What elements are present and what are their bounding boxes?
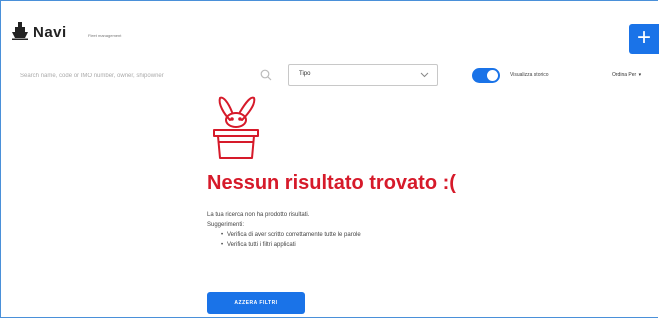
caret-down-icon: ▾: [638, 72, 642, 78]
reset-filters-button[interactable]: AZZERA FILTRI: [207, 292, 305, 314]
suggestions-label: Suggerimenti:: [207, 222, 245, 228]
add-ship-button[interactable]: +: [629, 24, 659, 54]
sort-menu-label: Ordina Per: [612, 72, 637, 78]
sort-menu[interactable]: Ordina Per ▾: [612, 72, 641, 78]
suggestion-item: Verifica di aver scritto correttamente t…: [221, 230, 361, 240]
suggestions-list: Verifica di aver scritto correttamente t…: [207, 230, 361, 250]
search-icon[interactable]: [260, 69, 272, 81]
history-toggle-label: Visualizza storico: [510, 72, 549, 78]
type-select[interactable]: Tipo: [288, 64, 438, 86]
app-title: Navi: [33, 24, 67, 41]
suggestion-item: Verifica tutti i filtri applicati: [221, 240, 361, 250]
rabbit-hat-icon: [213, 96, 259, 159]
toggle-knob: [487, 70, 498, 81]
empty-state-message: La tua ricerca non ha prodotto risultati…: [207, 212, 310, 218]
empty-state-text: La tua ricerca non ha prodotto risultati…: [207, 210, 361, 250]
ship-icon: [12, 22, 28, 40]
filter-toolbar: Tipo Visualizza storico Ordina Per ▾: [0, 58, 659, 94]
app-subtitle: Fleet management: [88, 33, 122, 38]
history-toggle[interactable]: [472, 68, 500, 83]
app-header: Navi Fleet management +: [0, 0, 659, 60]
empty-state-title: Nessun risultato trovato :(: [207, 172, 456, 194]
type-select-value: Tipo: [299, 71, 311, 77]
search-input[interactable]: [18, 67, 252, 85]
chevron-down-icon: [420, 72, 429, 78]
